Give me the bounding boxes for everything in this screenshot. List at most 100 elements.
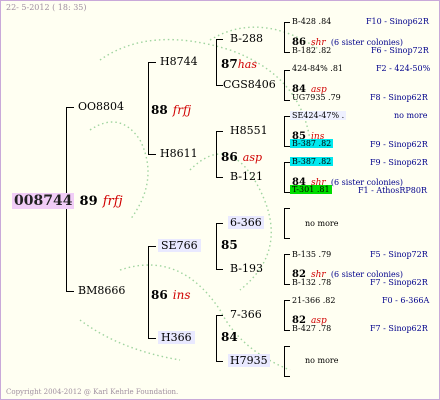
line xyxy=(284,346,285,376)
line xyxy=(66,291,74,292)
fff-id[interactable]: B-288 xyxy=(230,32,263,45)
b8-no-more: no more xyxy=(305,356,339,365)
line xyxy=(216,269,223,270)
line xyxy=(216,315,217,361)
line xyxy=(284,22,285,52)
line xyxy=(284,70,285,100)
b7-top[interactable]: 21-366 .82 xyxy=(292,296,335,305)
line xyxy=(284,346,290,347)
mother-id[interactable]: BM8666 xyxy=(78,284,125,297)
b4-bottom[interactable]: T-301 .81 xyxy=(290,185,332,194)
father-mark: frfj xyxy=(172,103,192,117)
b6-top[interactable]: B-135 .79 xyxy=(292,250,331,259)
b3-top-link[interactable]: no more xyxy=(394,111,427,120)
line xyxy=(284,254,285,284)
b7-bottom-link[interactable]: F7 - Sinop62R xyxy=(370,324,428,333)
root-queen[interactable]: 008744 89 frfj xyxy=(12,190,123,209)
line xyxy=(148,154,156,155)
b4-bottom-link[interactable]: F1 - AthosRP80R xyxy=(358,186,427,195)
line xyxy=(148,62,156,63)
line xyxy=(216,223,223,224)
line xyxy=(216,177,223,178)
report-date: 22- 5-2012 ( 18: 35) xyxy=(6,3,87,12)
line xyxy=(216,223,217,269)
mf-year: 85 xyxy=(221,238,238,252)
father-year: 88 xyxy=(151,103,168,117)
line xyxy=(284,300,290,301)
line xyxy=(148,338,156,339)
ff-year: 87 xyxy=(221,57,238,71)
mmm-id[interactable]: H7935 xyxy=(228,354,270,367)
line xyxy=(148,246,156,247)
b3-bottom-link[interactable]: F9 - Sinop62R xyxy=(370,140,428,149)
copyright: Copyright 2004-2012 @ Karl Kehrle Founda… xyxy=(6,388,179,396)
fmm-id[interactable]: B-121 xyxy=(230,170,263,183)
line xyxy=(284,238,290,239)
line xyxy=(216,131,223,132)
fmf-id[interactable]: H8551 xyxy=(230,124,268,137)
mother-mark: ins xyxy=(172,288,191,302)
line xyxy=(284,22,290,23)
fm-year: 86 xyxy=(221,150,238,164)
fm-mark: asp xyxy=(242,151,263,164)
b1-bottom[interactable]: B-182 .82 xyxy=(292,46,331,55)
line xyxy=(216,85,223,86)
mother-year: 86 xyxy=(151,288,168,302)
mmf-id[interactable]: 7-366 xyxy=(230,308,262,321)
line xyxy=(216,39,217,85)
father-bracket xyxy=(148,62,149,154)
line xyxy=(216,39,223,40)
mfm-id[interactable]: B-193 xyxy=(230,262,263,275)
line xyxy=(284,116,285,146)
b1-top[interactable]: B-428 .84 xyxy=(292,17,331,26)
root-year: 89 xyxy=(79,194,98,209)
father-id[interactable]: OO8804 xyxy=(78,100,124,113)
b5-no-more: no more xyxy=(305,219,339,228)
b6-bottom[interactable]: B-132 .78 xyxy=(292,278,331,287)
line xyxy=(284,70,290,71)
ff-mark: has xyxy=(237,58,257,71)
mother-bracket xyxy=(148,246,149,338)
ffm-id[interactable]: CGS8406 xyxy=(223,78,276,91)
mf-id[interactable]: SE766 xyxy=(158,239,201,252)
b2-top-link[interactable]: F2 - 424-50% xyxy=(376,64,430,73)
line xyxy=(284,284,290,285)
root-id: 008744 xyxy=(12,193,75,209)
ff-info: 87has xyxy=(221,53,257,72)
root-mark: frfj xyxy=(102,194,123,209)
fm-info: 86 asp xyxy=(221,146,262,165)
line xyxy=(284,162,285,192)
b4-top-link[interactable]: F9 - Sinop62R xyxy=(370,158,428,167)
line xyxy=(284,208,285,238)
mm-year: 84 xyxy=(221,330,238,344)
line xyxy=(216,131,217,177)
father-info: 88 frfj xyxy=(151,99,191,118)
b1-bottom-link[interactable]: F6 - Sinop72R xyxy=(371,46,429,55)
b7-top-link[interactable]: F0 - 6-366A xyxy=(382,296,429,305)
mother-info: 86 ins xyxy=(151,284,191,303)
line xyxy=(216,361,223,362)
ff-id[interactable]: H8744 xyxy=(160,55,198,68)
b6-top-link[interactable]: F5 - Sinop72R xyxy=(370,250,428,259)
b7-bottom[interactable]: B-427 .78 xyxy=(292,324,331,333)
line xyxy=(284,254,290,255)
b2-bottom-link[interactable]: F8 - Sinop62R xyxy=(370,93,428,102)
line xyxy=(284,376,290,377)
b2-bottom[interactable]: UG7935 .79 xyxy=(292,93,341,102)
b1-top-link[interactable]: F10 - Sinop62R xyxy=(366,17,429,26)
b4-top[interactable]: B-387 .82 xyxy=(290,157,334,166)
b3-top[interactable]: SE424-47% . xyxy=(290,111,347,120)
line xyxy=(284,208,290,209)
line xyxy=(216,315,223,316)
line xyxy=(284,100,290,101)
line xyxy=(284,330,290,331)
line xyxy=(284,300,285,330)
mff-id[interactable]: 6-366 xyxy=(228,216,264,229)
fm-id[interactable]: H8611 xyxy=(160,147,198,160)
b6-bottom-link[interactable]: F7 - Sinop62R xyxy=(370,278,428,287)
b2-top[interactable]: 424-84% .81 xyxy=(292,64,343,73)
line xyxy=(66,107,74,108)
mm-id[interactable]: H366 xyxy=(158,331,195,344)
b3-bottom[interactable]: B-387 .82 xyxy=(290,139,334,148)
line xyxy=(284,52,290,53)
